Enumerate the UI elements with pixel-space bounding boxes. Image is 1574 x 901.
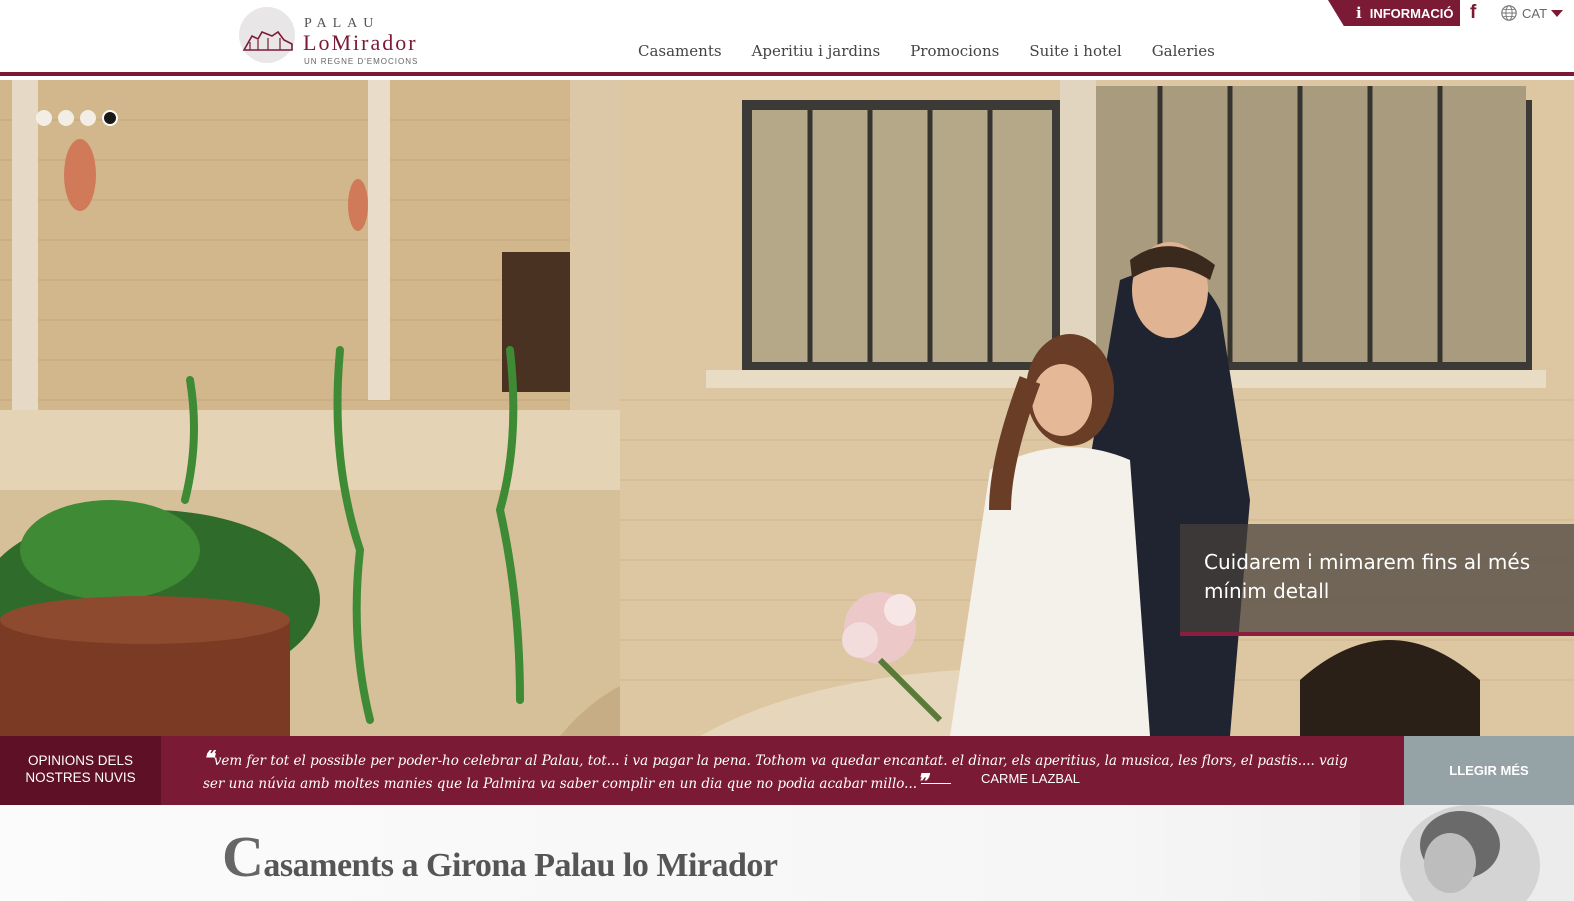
- chevron-down-icon: [1551, 9, 1564, 17]
- main-nav: Casaments Aperitiu i jardins Promocions …: [638, 42, 1245, 60]
- testimonial-author-name: CARME LAZBAL: [981, 771, 1080, 786]
- language-label: CAT: [1522, 5, 1548, 21]
- testimonials-label-line1: OPINIONS DELS: [27, 753, 134, 768]
- nav-suite-hotel[interactable]: Suite i hotel: [1029, 42, 1121, 60]
- author-divider: [921, 783, 951, 784]
- hero-caption-text: Cuidarem i mimarem fins al més mínim det…: [1204, 550, 1531, 603]
- intro-section: Casaments a Girona Palau lo Mirador: [0, 805, 1574, 901]
- page-title: Casaments a Girona Palau lo Mirador: [222, 823, 778, 890]
- testimonials-bar: OPINIONS DELS NOSTRES NUVIS ❝vem fer tot…: [0, 736, 1574, 805]
- globe-icon: [1501, 5, 1517, 21]
- nav-galeries[interactable]: Galeries: [1152, 42, 1215, 60]
- info-icon: i: [1356, 4, 1362, 22]
- logo-name-text: LoMirador: [303, 30, 418, 55]
- testimonial-author: CARME LAZBAL: [921, 771, 1080, 786]
- testimonial-quote-text: vem fer tot el possible per poder-ho cel…: [203, 753, 1348, 792]
- facebook-icon[interactable]: f: [1470, 2, 1484, 23]
- read-more-button[interactable]: LLEGIR MÉS: [1404, 736, 1574, 805]
- title-initial: C: [222, 824, 264, 889]
- intro-photo: [1360, 805, 1574, 901]
- nav-aperitiu-jardins[interactable]: Aperitiu i jardins: [752, 42, 881, 60]
- slider-dot[interactable]: [58, 110, 74, 126]
- language-selector[interactable]: CAT: [1500, 3, 1564, 23]
- open-quote-icon: ❝: [203, 746, 214, 770]
- site-header: PALAU LoMirador UN REGNE D'EMOCIONS Casa…: [0, 0, 1574, 76]
- palace-logo-icon: [239, 7, 295, 63]
- hero-photo: [0, 80, 1574, 736]
- nav-casaments[interactable]: Casaments: [638, 42, 722, 60]
- hero-slider: Cuidarem i mimarem fins al més mínim det…: [0, 80, 1574, 736]
- slider-dot-active[interactable]: [102, 110, 118, 126]
- slider-dots: [36, 110, 118, 126]
- slider-dot[interactable]: [80, 110, 96, 126]
- title-text: asaments a Girona Palau lo Mirador: [263, 847, 778, 884]
- hero-caption: Cuidarem i mimarem fins al més mínim det…: [1180, 524, 1574, 636]
- testimonial-quote: ❝vem fer tot el possible per poder-ho ce…: [203, 748, 1353, 794]
- logo-tagline: UN REGNE D'EMOCIONS: [304, 57, 419, 66]
- info-button[interactable]: i INFORMACIÓ: [1328, 0, 1460, 26]
- slider-dot[interactable]: [36, 110, 52, 126]
- testimonials-label-line2: NOSTRES NUVIS: [25, 770, 136, 785]
- info-button-label: INFORMACIÓ: [1369, 5, 1454, 21]
- nav-promocions[interactable]: Promocions: [910, 42, 999, 60]
- site-logo[interactable]: PALAU LoMirador UN REGNE D'EMOCIONS: [238, 6, 448, 66]
- testimonials-label: OPINIONS DELS NOSTRES NUVIS: [0, 736, 161, 805]
